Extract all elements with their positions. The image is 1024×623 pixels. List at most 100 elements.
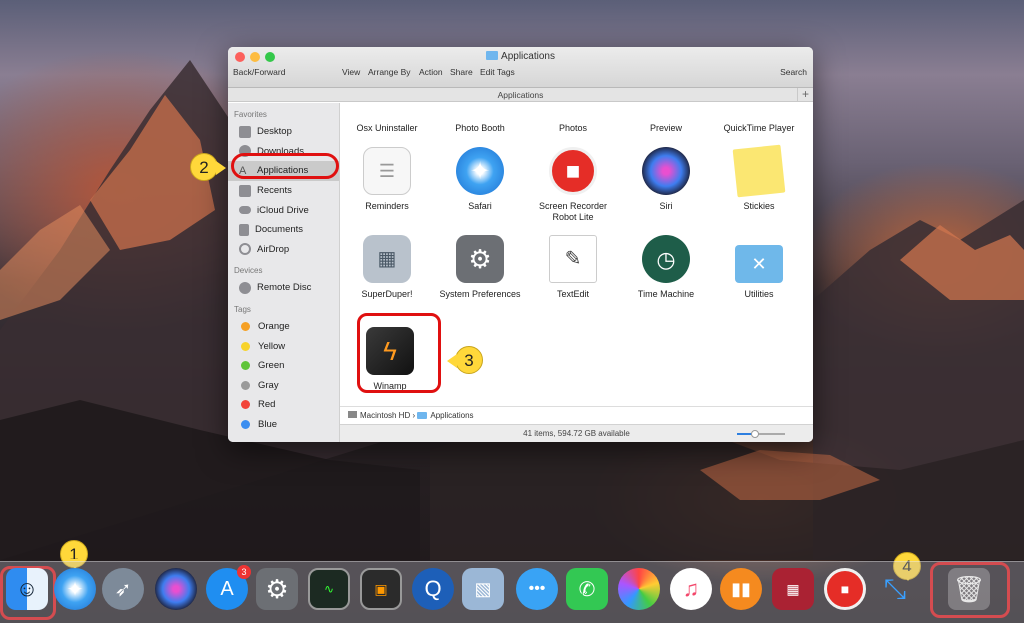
tag-dot-icon	[241, 420, 250, 430]
app-safari[interactable]: ✦ Safari	[434, 147, 526, 212]
path-folder[interactable]: Applications	[430, 411, 473, 420]
sidebar-tag-green[interactable]: Green	[228, 356, 339, 376]
cloud-icon	[239, 206, 251, 215]
photos-icon[interactable]	[618, 568, 660, 610]
icon-size-slider[interactable]	[737, 430, 785, 438]
path-disk[interactable]: Macintosh HD	[360, 411, 410, 420]
highlight-applications	[231, 153, 339, 179]
tag-dot-icon	[241, 400, 250, 410]
clock-icon: ◷	[642, 235, 690, 283]
app-reminders[interactable]: ☰ Reminders	[341, 147, 433, 212]
finder-icon[interactable]: ☺	[6, 568, 48, 610]
siri-icon[interactable]	[155, 568, 197, 610]
preview-icon[interactable]: ▧	[462, 568, 504, 610]
quicktime-icon	[735, 95, 783, 117]
tag-dot-icon	[241, 341, 250, 351]
sidebar-tag-yellow[interactable]: Yellow	[228, 336, 339, 356]
recents-icon	[239, 184, 251, 197]
window-titlebar: Applications Back/Forward View Arrange B…	[228, 47, 813, 88]
compass-icon: ✦	[456, 147, 504, 195]
edit-tags-button[interactable]: Edit Tags	[480, 67, 515, 77]
disc-icon	[239, 281, 251, 294]
app-photo-booth[interactable]: Photo Booth	[434, 95, 526, 134]
airdrop-icon	[239, 243, 251, 256]
dock	[0, 561, 1024, 623]
sidebar-tag-gray[interactable]: Gray	[228, 376, 339, 396]
reminders-icon: ☰	[363, 147, 411, 195]
photos-icon	[549, 95, 597, 117]
window-title: Applications	[228, 51, 813, 62]
app-preview[interactable]: Preview	[620, 95, 712, 134]
search-field[interactable]: Search	[780, 67, 807, 77]
hard-disk-icon	[348, 411, 357, 418]
sidebar-item-documents[interactable]: Documents	[228, 220, 339, 240]
sticky-note-icon	[732, 144, 786, 198]
view-button[interactable]: View	[342, 67, 360, 77]
sidebar-item-recents[interactable]: Recents	[228, 181, 339, 201]
gear-icon: ⚙	[456, 235, 504, 283]
transmit-icon[interactable]: ⤡	[874, 568, 916, 610]
sidebar-tag-orange[interactable]: Orange	[228, 317, 339, 337]
tags-header: Tags	[234, 304, 251, 314]
sidebar-item-remote-disc[interactable]: Remote Disc	[228, 278, 339, 298]
share-button[interactable]: Share	[450, 67, 473, 77]
step-badge-3: 3	[447, 346, 483, 374]
app-system-preferences[interactable]: ⚙ System Preferences	[434, 235, 526, 300]
sidebar-item-desktop[interactable]: Desktop	[228, 122, 339, 142]
activity-monitor-icon[interactable]: ∿	[308, 568, 350, 610]
app-osx-uninstaller[interactable]: Osx Uninstaller	[341, 95, 433, 134]
app-quicktime-player[interactable]: QuickTime Player	[713, 95, 805, 134]
status-bar: 41 items, 594.72 GB available	[340, 424, 813, 442]
arrange-by-button[interactable]: Arrange By	[368, 67, 411, 77]
app-store-icon[interactable]: A3	[206, 565, 251, 610]
video-camera-icon: ■	[549, 147, 597, 195]
itunes-icon[interactable]: ♫	[670, 568, 712, 610]
app-time-machine[interactable]: ◷ Time Machine	[620, 235, 712, 300]
items-summary: 41 items, 594.72 GB available	[523, 429, 630, 438]
app-textedit[interactable]: ✎ TextEdit	[527, 235, 619, 300]
siri-icon	[642, 147, 690, 195]
app-siri[interactable]: Siri	[620, 147, 712, 212]
screen-recorder-icon[interactable]: ■	[824, 568, 866, 610]
sidebar-item-icloud-drive[interactable]: iCloud Drive	[228, 200, 339, 220]
facetime-icon[interactable]: ✆	[566, 568, 608, 610]
tag-dot-icon	[241, 322, 250, 332]
tag-dot-icon	[241, 380, 250, 390]
trash-icon[interactable]: 🗑	[948, 568, 990, 610]
folder-icon	[417, 412, 428, 419]
sidebar-tag-blue[interactable]: Blue	[228, 415, 339, 435]
sidebar-tag-red[interactable]: Red	[228, 395, 339, 415]
safari-icon[interactable]: ✦	[54, 568, 96, 610]
desktop-icon	[239, 125, 251, 138]
app-superduper[interactable]: ▦ SuperDuper!	[341, 235, 433, 300]
back-forward-button[interactable]: Back/Forward	[233, 67, 285, 77]
utilities-folder-icon: ✕	[735, 245, 783, 283]
notification-badge: 3	[237, 565, 251, 579]
app-screen-recorder-robot-lite[interactable]: ■ Screen Recorder Robot Lite	[527, 147, 619, 223]
folder-icon	[486, 51, 499, 60]
textedit-icon: ✎	[549, 235, 597, 283]
app-utilities[interactable]: ✕ Utilities	[713, 235, 805, 300]
screenshot-icon[interactable]: ▣	[360, 568, 402, 610]
slider-knob[interactable]	[751, 430, 759, 438]
launchpad-icon[interactable]: ➶	[102, 568, 144, 610]
step-badge-2: 2	[190, 153, 226, 181]
action-button[interactable]: Action	[419, 67, 443, 77]
photo-booth-icon[interactable]: ▦	[772, 568, 814, 610]
app-photos[interactable]: Photos	[527, 95, 619, 134]
finder-window: Applications Back/Forward View Arrange B…	[228, 47, 813, 442]
photo-booth-icon	[456, 95, 504, 117]
path-bar: Macintosh HD › Applications	[340, 406, 813, 424]
path-separator: ›	[412, 411, 416, 420]
ibooks-icon[interactable]: ▮▮	[720, 568, 762, 610]
quicktime-icon[interactable]: Q	[412, 568, 454, 610]
app-stickies[interactable]: Stickies	[713, 144, 805, 212]
documents-icon	[239, 223, 249, 236]
hard-drive-icon: ▦	[363, 235, 411, 283]
uninstaller-icon	[363, 95, 411, 117]
system-preferences-icon[interactable]: ⚙	[256, 568, 298, 610]
highlight-winamp	[357, 313, 441, 393]
messages-icon[interactable]: •••	[516, 568, 558, 610]
sidebar-item-airdrop[interactable]: AirDrop	[228, 240, 339, 260]
preview-icon	[642, 95, 690, 117]
